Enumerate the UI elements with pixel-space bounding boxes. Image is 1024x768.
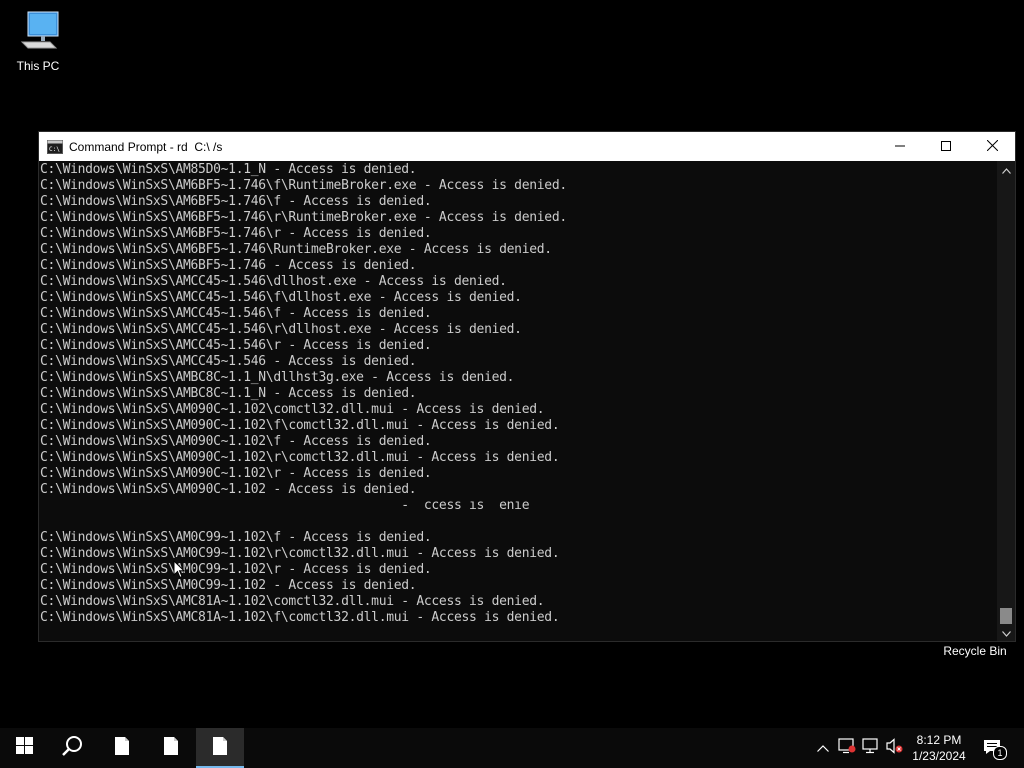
chevron-up-icon bbox=[817, 739, 829, 757]
console-line: C:\Windows\WinSxS\AMCC45~1.546\f - Acces… bbox=[40, 306, 432, 321]
start-button[interactable] bbox=[0, 728, 48, 768]
console-line: C:\Windows\WinSxS\AM0C99~1.102\r\comctl3… bbox=[40, 546, 560, 561]
search-icon bbox=[61, 735, 83, 762]
taskbar: 8:12 PM 1/23/2024 1 bbox=[0, 728, 1024, 768]
console-text: C:\Windows\WinSxS\AM85D0~1.1_N - Access … bbox=[39, 162, 567, 626]
maximize-button[interactable] bbox=[923, 132, 969, 161]
clock-date: 1/23/2024 bbox=[912, 749, 966, 763]
console-line: C:\Windows\WinSxS\AMBC8C~1.1_N - Access … bbox=[40, 386, 417, 401]
search-button[interactable] bbox=[48, 728, 96, 768]
minimize-button[interactable] bbox=[877, 132, 923, 161]
window-title: Command Prompt - rd C:\ /s bbox=[69, 139, 223, 154]
console-line: C:\Windows\WinSxS\AM0C99~1.102 - Access … bbox=[40, 578, 417, 593]
action-center-button[interactable]: 1 bbox=[980, 728, 1007, 768]
console-line: - ccess ıs enıe bbox=[40, 498, 530, 513]
taskbar-file-2[interactable] bbox=[147, 728, 195, 768]
desktop: This PC Recycle Bin C:\ Command Prompt -… bbox=[0, 0, 1024, 728]
console-line: C:\Windows\WinSxS\AM6BF5~1.746\r\Runtime… bbox=[40, 210, 567, 225]
desktop-icon-this-pc[interactable]: This PC bbox=[0, 8, 76, 73]
console-line: C:\Windows\WinSxS\AM6BF5~1.746 - Access … bbox=[40, 258, 417, 273]
console-line: C:\Windows\WinSxS\AMCC45~1.546\r - Acces… bbox=[40, 338, 432, 353]
console-line: C:\Windows\WinSxS\AMCC45~1.546\f\dllhost… bbox=[40, 290, 522, 305]
tray-security[interactable] bbox=[835, 728, 859, 768]
console-line: C:\Windows\WinSxS\AMCC45~1.546 - Access … bbox=[40, 354, 417, 369]
command-prompt-icon: C:\ bbox=[47, 139, 63, 154]
console-line: C:\Windows\WinSxS\AM090C~1.102 - Access … bbox=[40, 482, 417, 497]
console-line: C:\Windows\WinSxS\AM090C~1.102\r - Acces… bbox=[40, 466, 432, 481]
console-line: C:\Windows\WinSxS\AMC81A~1.102\comctl32.… bbox=[40, 594, 545, 609]
windows-logo-icon bbox=[15, 737, 33, 759]
console-line: C:\Windows\WinSxS\AM0C99~1.102\r - Acces… bbox=[40, 562, 432, 577]
console-line: C:\Windows\WinSxS\AM6BF5~1.746\r - Acces… bbox=[40, 226, 432, 241]
clock-time: 8:12 PM bbox=[916, 733, 962, 747]
console-line: C:\Windows\WinSxS\AM090C~1.102\comctl32.… bbox=[40, 402, 545, 417]
desktop-icon-label: This PC bbox=[16, 59, 60, 73]
chevron-down-icon bbox=[1001, 624, 1011, 642]
taskbar-clock[interactable]: 8:12 PM 1/23/2024 bbox=[906, 732, 972, 764]
close-button[interactable] bbox=[969, 132, 1015, 161]
tray-volume[interactable] bbox=[883, 728, 907, 768]
notification-count-badge: 1 bbox=[993, 746, 1007, 760]
show-hidden-icons-button[interactable] bbox=[811, 728, 835, 768]
taskbar-file-1[interactable] bbox=[98, 728, 146, 768]
tray-network[interactable] bbox=[859, 728, 883, 768]
file-icon bbox=[163, 736, 179, 761]
mouse-cursor-icon bbox=[173, 559, 186, 584]
security-icon bbox=[838, 737, 856, 759]
network-icon bbox=[862, 737, 880, 759]
scroll-down-button[interactable] bbox=[997, 624, 1015, 641]
volume-muted-icon bbox=[886, 737, 904, 759]
close-icon bbox=[986, 138, 998, 156]
vertical-scrollbar[interactable] bbox=[997, 161, 1015, 641]
console-line: C:\Windows\WinSxS\AM090C~1.102\r\comctl3… bbox=[40, 450, 560, 465]
console-line: C:\Windows\WinSxS\AMBC8C~1.1_N\dllhst3g.… bbox=[40, 370, 515, 385]
taskbar-file-3[interactable] bbox=[196, 728, 244, 768]
svg-text:C:\: C:\ bbox=[49, 146, 60, 153]
desktop-icon-label: Recycle Bin bbox=[943, 644, 1007, 658]
console-line: C:\Windows\WinSxS\AM0C99~1.102\f - Acces… bbox=[40, 530, 432, 545]
notification-icon: 1 bbox=[983, 739, 1007, 760]
maximize-icon bbox=[941, 138, 951, 156]
console-line: C:\Windows\WinSxS\AM090C~1.102\f - Acces… bbox=[40, 434, 432, 449]
console-line: C:\Windows\WinSxS\AM85D0~1.1_N - Access … bbox=[40, 162, 417, 177]
scroll-up-button[interactable] bbox=[997, 161, 1015, 178]
scroll-thumb[interactable] bbox=[1000, 608, 1012, 624]
console-line: C:\Windows\WinSxS\AM090C~1.102\f\comctl3… bbox=[40, 418, 560, 433]
console-line: C:\Windows\WinSxS\AMCC45~1.546\r\dllhost… bbox=[40, 322, 522, 337]
chevron-up-icon bbox=[1001, 161, 1011, 179]
window-titlebar[interactable]: C:\ Command Prompt - rd C:\ /s bbox=[39, 132, 1015, 161]
file-icon bbox=[212, 736, 228, 761]
computer-icon bbox=[0, 8, 76, 57]
console-line: C:\Windows\WinSxS\AM6BF5~1.746\f - Acces… bbox=[40, 194, 432, 209]
console-line: C:\Windows\WinSxS\AM6BF5~1.746\RuntimeBr… bbox=[40, 242, 552, 257]
console-line: C:\Windows\WinSxS\AM6BF5~1.746\f\Runtime… bbox=[40, 178, 567, 193]
console-line: C:\Windows\WinSxS\AMCC45~1.546\dllhost.e… bbox=[40, 274, 507, 289]
minimize-icon bbox=[895, 138, 905, 156]
console-line: C:\Windows\WinSxS\AMC81A~1.102\f\comctl3… bbox=[40, 610, 560, 625]
file-icon bbox=[114, 736, 130, 761]
